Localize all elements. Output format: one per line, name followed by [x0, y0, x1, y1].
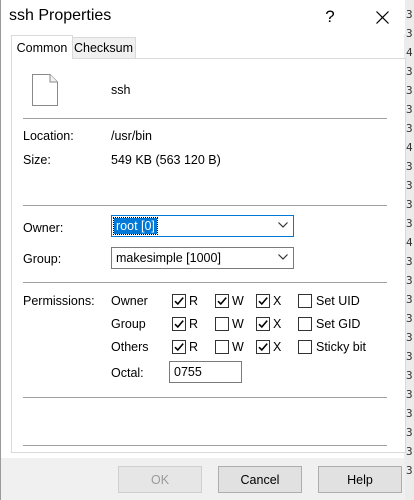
background-digit: 3 [406, 84, 413, 97]
tab-checksum-label: Checksum [73, 41, 134, 55]
others-exec-label: X [273, 340, 282, 354]
background-digit: 3 [406, 388, 413, 401]
background-digit: 3 [406, 331, 413, 344]
cancel-button-label: Cancel [240, 472, 280, 487]
background-digit: 3 [406, 464, 413, 477]
perm-row-others-label: Others [111, 340, 149, 354]
permissions-label: Permissions: [23, 294, 95, 308]
set-gid-checkbox[interactable] [298, 317, 312, 331]
tab-strip: Common Checksum [1, 35, 405, 59]
group-read-checkbox[interactable] [172, 317, 186, 331]
group-exec-label: X [273, 317, 282, 331]
background-digit: 3 [406, 27, 413, 40]
background-digit: 3 [406, 426, 413, 439]
group-write-label: W [232, 317, 244, 331]
background-digit: 3 [406, 293, 413, 306]
owner-read-checkbox[interactable] [172, 294, 186, 308]
perm-row-group-label: Group [111, 317, 146, 331]
group-exec-checkbox[interactable] [256, 317, 270, 331]
help-title-button[interactable]: ? [307, 0, 353, 34]
others-read-checkbox[interactable] [172, 340, 186, 354]
background-digit: 3 [406, 103, 413, 116]
checkmark-icon [258, 320, 268, 329]
group-read-label: R [189, 317, 199, 331]
background-digit: 3 [406, 445, 413, 458]
location-label: Location: [23, 129, 74, 143]
checkmark-icon [174, 343, 184, 352]
checkmark-icon [258, 343, 268, 352]
background-digit: 3 [406, 217, 413, 230]
owner-label: Owner: [23, 221, 64, 235]
checkmark-icon [174, 320, 184, 329]
others-exec-checkbox[interactable] [256, 340, 270, 354]
owner-read-label: R [189, 294, 199, 308]
background-digit: 4 [406, 46, 413, 59]
location-value: /usr/bin [111, 129, 152, 143]
help-button[interactable]: Help [318, 466, 402, 493]
window-title: ssh Properties [9, 7, 112, 24]
background-digit: 3 [406, 65, 413, 78]
properties-dialog: ssh Properties ? Common Checksum ssh Loc… [0, 0, 406, 500]
tab-common-label: Common [16, 40, 68, 55]
chevron-down-icon [278, 254, 288, 260]
tab-checksum[interactable]: Checksum [71, 37, 136, 58]
background-digit: 4 [406, 141, 413, 154]
background-digit: 3 [406, 8, 413, 21]
divider [23, 205, 387, 206]
close-button[interactable] [359, 0, 405, 34]
ok-button[interactable]: OK [118, 466, 202, 493]
chevron-down-icon [278, 222, 288, 228]
checkmark-icon [217, 297, 227, 306]
group-select[interactable]: makesimple [1000] [111, 247, 294, 269]
set-uid-checkbox[interactable] [298, 294, 312, 308]
background-digit: 3 [406, 122, 413, 135]
divider [23, 118, 387, 119]
file-name: ssh [111, 83, 131, 97]
background-digit: 4 [406, 236, 413, 249]
ok-button-label: OK [150, 472, 170, 487]
group-write-checkbox[interactable] [215, 317, 229, 331]
divider [23, 397, 387, 398]
octal-label: Octal: [111, 366, 144, 380]
group-select-value: makesimple [1000] [116, 251, 221, 265]
help-button-label: Help [347, 472, 373, 487]
owner-write-label: W [232, 294, 244, 308]
set-uid-label: Set UID [316, 294, 360, 308]
size-label: Size: [23, 153, 51, 167]
checkmark-icon [258, 297, 268, 306]
owner-select-value: root [0] [113, 217, 158, 235]
help-glyph: ? [325, 7, 335, 26]
owner-exec-checkbox[interactable] [256, 294, 270, 308]
background-digit: 3 [406, 350, 413, 363]
sticky-bit-label: Sticky bit [316, 340, 367, 354]
octal-field[interactable] [169, 361, 242, 383]
owner-write-checkbox[interactable] [215, 294, 229, 308]
perm-row-owner-label: Owner [111, 294, 148, 308]
background-digit: 3 [406, 160, 413, 173]
owner-exec-label: X [273, 294, 282, 308]
cancel-button[interactable]: Cancel [218, 466, 302, 493]
divider [23, 445, 387, 446]
background-digit: 3 [406, 179, 413, 192]
checkmark-icon [174, 297, 184, 306]
size-value: 549 KB (563 120 B) [111, 153, 221, 167]
others-write-checkbox[interactable] [215, 340, 229, 354]
set-gid-label: Set GID [316, 317, 361, 331]
title-bar: ssh Properties ? [1, 0, 405, 34]
background-digit: 3 [406, 274, 413, 287]
background-digit: 3 [406, 312, 413, 325]
close-icon [375, 10, 389, 24]
divider [23, 282, 387, 283]
others-write-label: W [232, 340, 244, 354]
file-icon [32, 74, 58, 106]
owner-select[interactable]: root [0] [111, 215, 294, 237]
background-digit: 3 [406, 198, 413, 211]
background-digit: 3 [406, 369, 413, 382]
background-digit: 3 [406, 407, 413, 420]
background-digit: 3 [406, 255, 413, 268]
group-label: Group: [23, 252, 62, 266]
sticky-bit-checkbox[interactable] [298, 340, 312, 354]
tab-common[interactable]: Common [11, 35, 73, 59]
others-read-label: R [189, 340, 199, 354]
